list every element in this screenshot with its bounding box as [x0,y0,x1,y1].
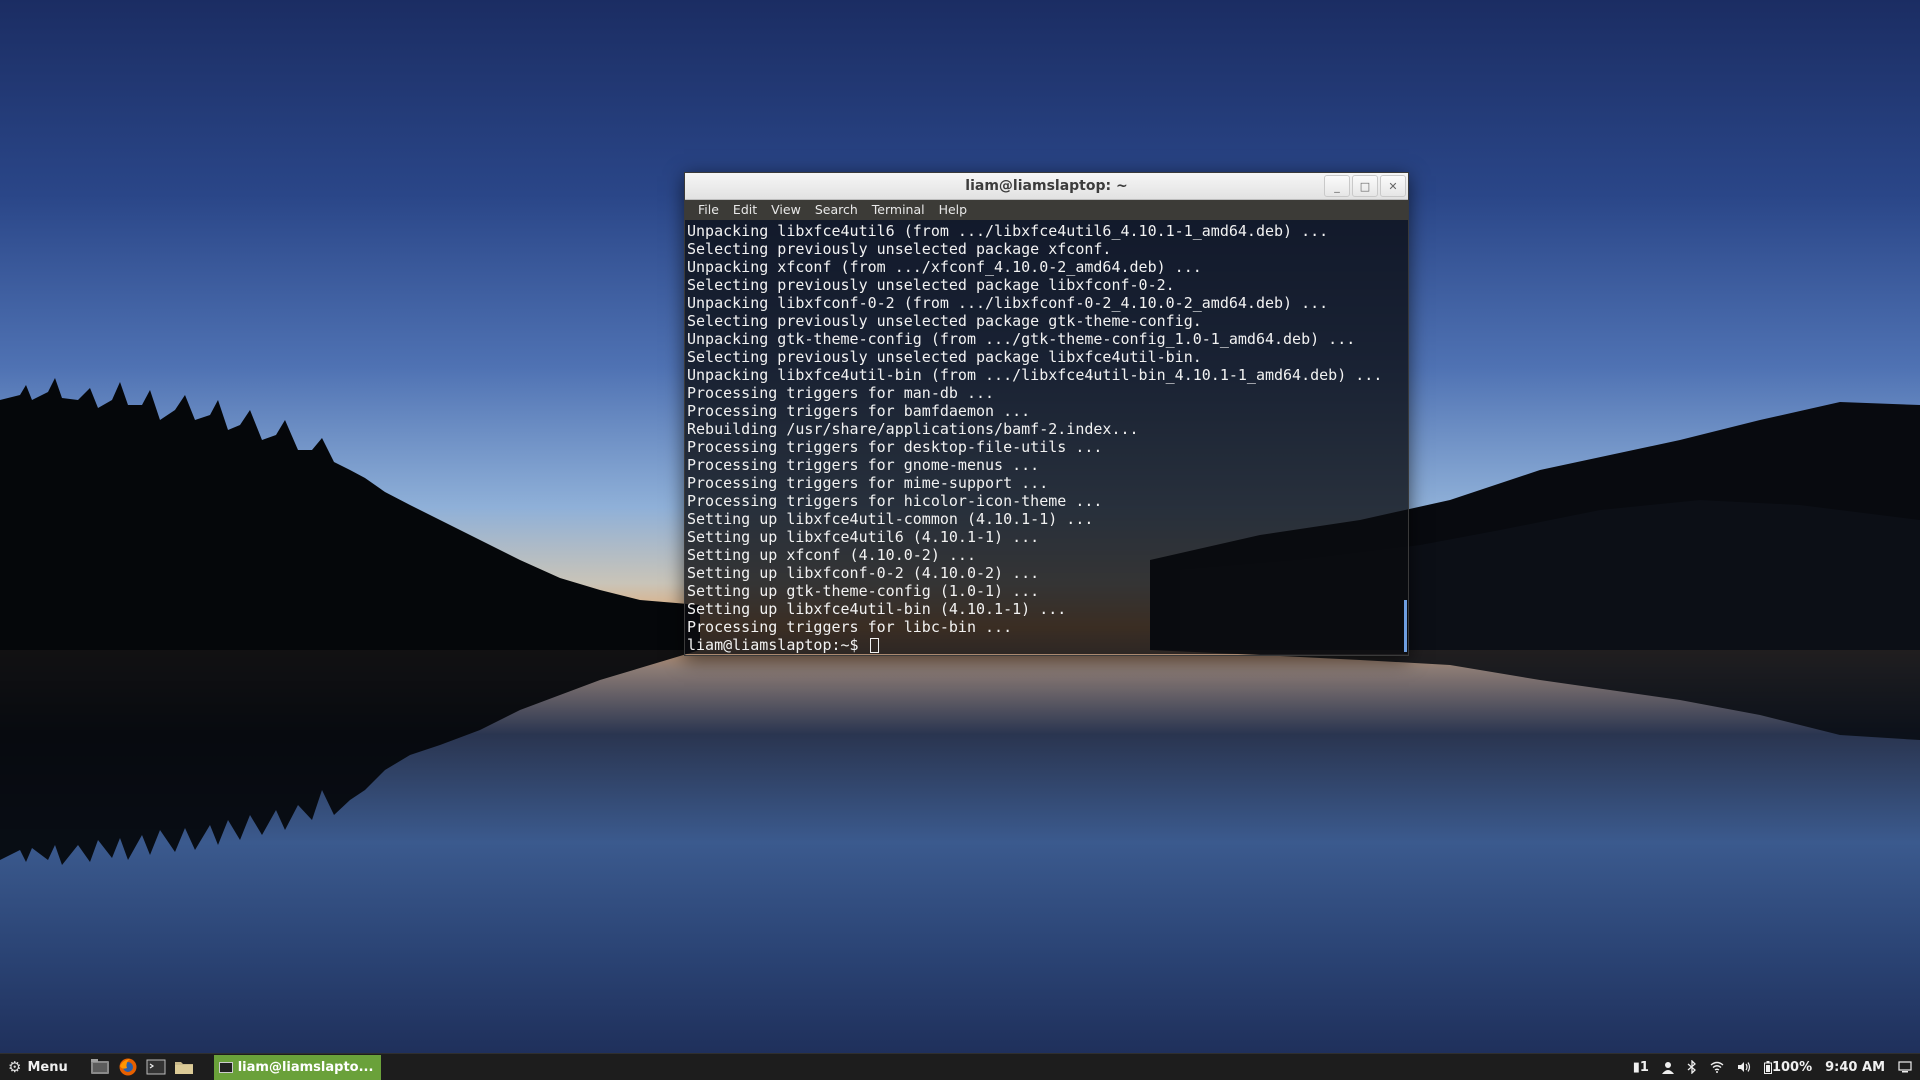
volume-icon[interactable] [1737,1061,1751,1073]
window-controls: _ □ ✕ [1324,175,1406,197]
menu-search[interactable]: Search [808,200,865,220]
quick-launchers [90,1057,194,1077]
show-desktop-icon[interactable] [1898,1061,1912,1073]
terminal-line: Unpacking xfconf (from .../xfconf_4.10.0… [687,258,1202,276]
terminal-line: Setting up libxfconf-0-2 (4.10.0-2) ... [687,564,1040,582]
notification-icon[interactable]: ▮ 1 [1633,1060,1649,1075]
notification-count: 1 [1639,1059,1649,1075]
terminal-line: Selecting previously unselected package … [687,348,1202,366]
gear-icon: ⚙ [8,1058,22,1076]
terminal-icon[interactable] [146,1057,166,1077]
window-title: liam@liamslaptop: ~ [965,178,1128,194]
terminal-menubar: File Edit View Search Terminal Help [685,200,1408,220]
terminal-line: Rebuilding /usr/share/applications/bamf-… [687,420,1139,438]
terminal-line: Processing triggers for hicolor-icon-the… [687,492,1103,510]
terminal-line: Selecting previously unselected package … [687,240,1112,258]
taskbar: ⚙ Menu liam@liamslapto... ▮ 1 100% 9:40 … [0,1053,1920,1080]
start-menu-label: Menu [27,1059,68,1075]
file-manager-icon[interactable] [90,1057,110,1077]
system-tray: ▮ 1 100% 9:40 AM [1633,1060,1920,1075]
minimize-button[interactable]: _ [1324,175,1350,197]
terminal-line: Processing triggers for libc-bin ... [687,618,1013,636]
terminal-icon [218,1061,233,1073]
terminal-line: Setting up libxfce4util6 (4.10.1-1) ... [687,528,1040,546]
taskbar-window-terminal[interactable]: liam@liamslapto... [213,1054,382,1080]
terminal-line: Unpacking libxfconf-0-2 (from .../libxfc… [687,294,1329,312]
bluetooth-icon[interactable] [1687,1060,1697,1074]
task-label: liam@liamslapto... [237,1059,374,1075]
terminal-output[interactable]: Unpacking libxfce4util6 (from .../libxfc… [685,220,1408,654]
battery-icon [1763,1060,1772,1074]
terminal-line: Processing triggers for bamfdaemon ... [687,402,1031,420]
terminal-line: Unpacking libxfce4util-bin (from .../lib… [687,366,1383,384]
terminal-line: Processing triggers for gnome-menus ... [687,456,1040,474]
menu-help[interactable]: Help [932,200,975,220]
battery-percent: 100% [1771,1059,1813,1075]
menu-view[interactable]: View [764,200,808,220]
terminal-line: Processing triggers for mime-support ... [687,474,1049,492]
shell-prompt: liam@liamslaptop:~$ [687,636,868,654]
window-titlebar[interactable]: liam@liamslaptop: ~ _ □ ✕ [685,173,1408,200]
terminal-line: Selecting previously unselected package … [687,276,1175,294]
start-menu-button[interactable]: ⚙ Menu [0,1054,76,1080]
folder-icon[interactable] [174,1057,194,1077]
close-button[interactable]: ✕ [1380,175,1406,197]
clock[interactable]: 9:40 AM [1825,1060,1885,1075]
desktop: liam@liamslaptop: ~ _ □ ✕ File Edit View… [0,0,1920,1080]
terminal-line: Selecting previously unselected package … [687,312,1202,330]
terminal-line: Unpacking gtk-theme-config (from .../gtk… [687,330,1356,348]
menu-terminal[interactable]: Terminal [865,200,932,220]
terminal-line: Setting up gtk-theme-config (1.0-1) ... [687,582,1040,600]
menu-edit[interactable]: Edit [726,200,764,220]
terminal-prompt-line[interactable]: liam@liamslaptop:~$ [687,636,1408,654]
maximize-button[interactable]: □ [1352,175,1378,197]
menu-file[interactable]: File [691,200,726,220]
firefox-icon[interactable] [118,1057,138,1077]
terminal-line: Setting up xfconf (4.10.0-2) ... [687,546,976,564]
terminal-scrollbar[interactable] [1404,600,1407,652]
terminal-line: Processing triggers for man-db ... [687,384,995,402]
terminal-line: Setting up libxfce4util-common (4.10.1-1… [687,510,1094,528]
battery-indicator[interactable]: 100% [1763,1059,1813,1075]
user-icon[interactable] [1661,1061,1674,1074]
wifi-icon[interactable] [1710,1061,1724,1073]
text-cursor [869,637,879,653]
terminal-window[interactable]: liam@liamslaptop: ~ _ □ ✕ File Edit View… [684,172,1409,656]
terminal-line: Unpacking libxfce4util6 (from .../libxfc… [687,222,1329,240]
terminal-line: Processing triggers for desktop-file-uti… [687,438,1103,456]
terminal-line: Setting up libxfce4util-bin (4.10.1-1) .… [687,600,1067,618]
